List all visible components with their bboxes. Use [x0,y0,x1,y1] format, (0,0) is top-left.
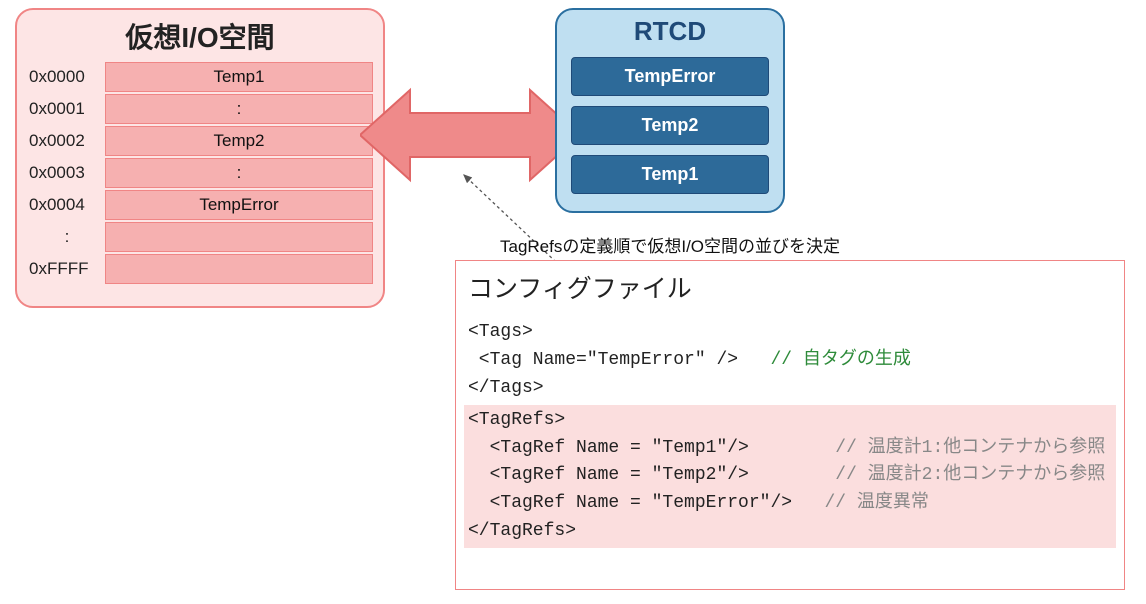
code-text: <Tag Name="TempError" /> [468,350,738,370]
table-row: 0xFFFF [27,254,373,284]
code-text: <TagRefs> [468,410,565,430]
config-file-title: コンフィグファイル [468,269,1112,305]
code-text: </Tags> [468,378,544,398]
rtcd-panel: RTCD TempError Temp2 Temp1 [555,8,785,213]
code-text: <TagRef Name = "Temp2"/> [468,465,749,485]
address-cell: Temp2 [105,126,373,156]
virtual-io-table: 0x0000 Temp1 0x0001 : 0x0002 Temp2 0x000… [27,62,373,284]
address-label: 0xFFFF [27,254,105,284]
address-cell: TempError [105,190,373,220]
code-line: </Tags> [468,375,1112,403]
order-caption: TagRefsの定義順で仮想I/O空間の並びを決定 [500,232,840,257]
address-cell: : [105,94,373,124]
code-comment: // 温度計2:他コンテナから参照 [749,465,1105,485]
code-comment: // 温度異常 [792,493,929,513]
address-cell: Temp1 [105,62,373,92]
rtcd-item: Temp2 [571,106,769,145]
virtual-io-panel: 仮想I/O空間 0x0000 Temp1 0x0001 : 0x0002 Tem… [15,8,385,308]
address-label: : [27,222,105,252]
table-row: 0x0004 TempError [27,190,373,220]
code-line: <TagRefs> [468,407,1112,435]
address-label: 0x0002 [27,126,105,156]
code-text: </TagRefs> [468,521,576,541]
address-label: 0x0004 [27,190,105,220]
address-cell: : [105,158,373,188]
config-file-panel: コンフィグファイル <Tags> <Tag Name="TempError" /… [455,260,1125,590]
rtcd-item: TempError [571,57,769,96]
address-cell [105,222,373,252]
table-row: 0x0003 : [27,158,373,188]
code-comment: // 自タグの生成 [738,350,911,370]
code-line: <TagRef Name = "TempError"/> // 温度異常 [468,490,1112,518]
code-line: </TagRefs> [468,518,1112,546]
table-row: 0x0002 Temp2 [27,126,373,156]
rtcd-item: Temp1 [571,155,769,194]
code-line: <Tag Name="TempError" /> // 自タグの生成 [468,347,1112,375]
code-line: <Tags> [468,319,1112,347]
table-row: : [27,222,373,252]
tagrefs-highlight-block: <TagRefs> <TagRef Name = "Temp1"/> // 温度… [464,405,1116,548]
config-file-body: <Tags> <Tag Name="TempError" /> // 自タグの生… [468,319,1112,548]
rtcd-title: RTCD [571,16,769,47]
address-cell [105,254,373,284]
code-text: <TagRef Name = "TempError"/> [468,493,792,513]
code-text: <Tags> [468,322,533,342]
virtual-io-title: 仮想I/O空間 [27,16,373,56]
code-line: <TagRef Name = "Temp2"/> // 温度計2:他コンテナから… [468,462,1112,490]
address-label: 0x0003 [27,158,105,188]
table-row: 0x0001 : [27,94,373,124]
table-row: 0x0000 Temp1 [27,62,373,92]
address-label: 0x0000 [27,62,105,92]
code-comment: // 温度計1:他コンテナから参照 [749,438,1105,458]
code-line: <TagRef Name = "Temp1"/> // 温度計1:他コンテナから… [468,435,1112,463]
code-text: <TagRef Name = "Temp1"/> [468,438,749,458]
address-label: 0x0001 [27,94,105,124]
